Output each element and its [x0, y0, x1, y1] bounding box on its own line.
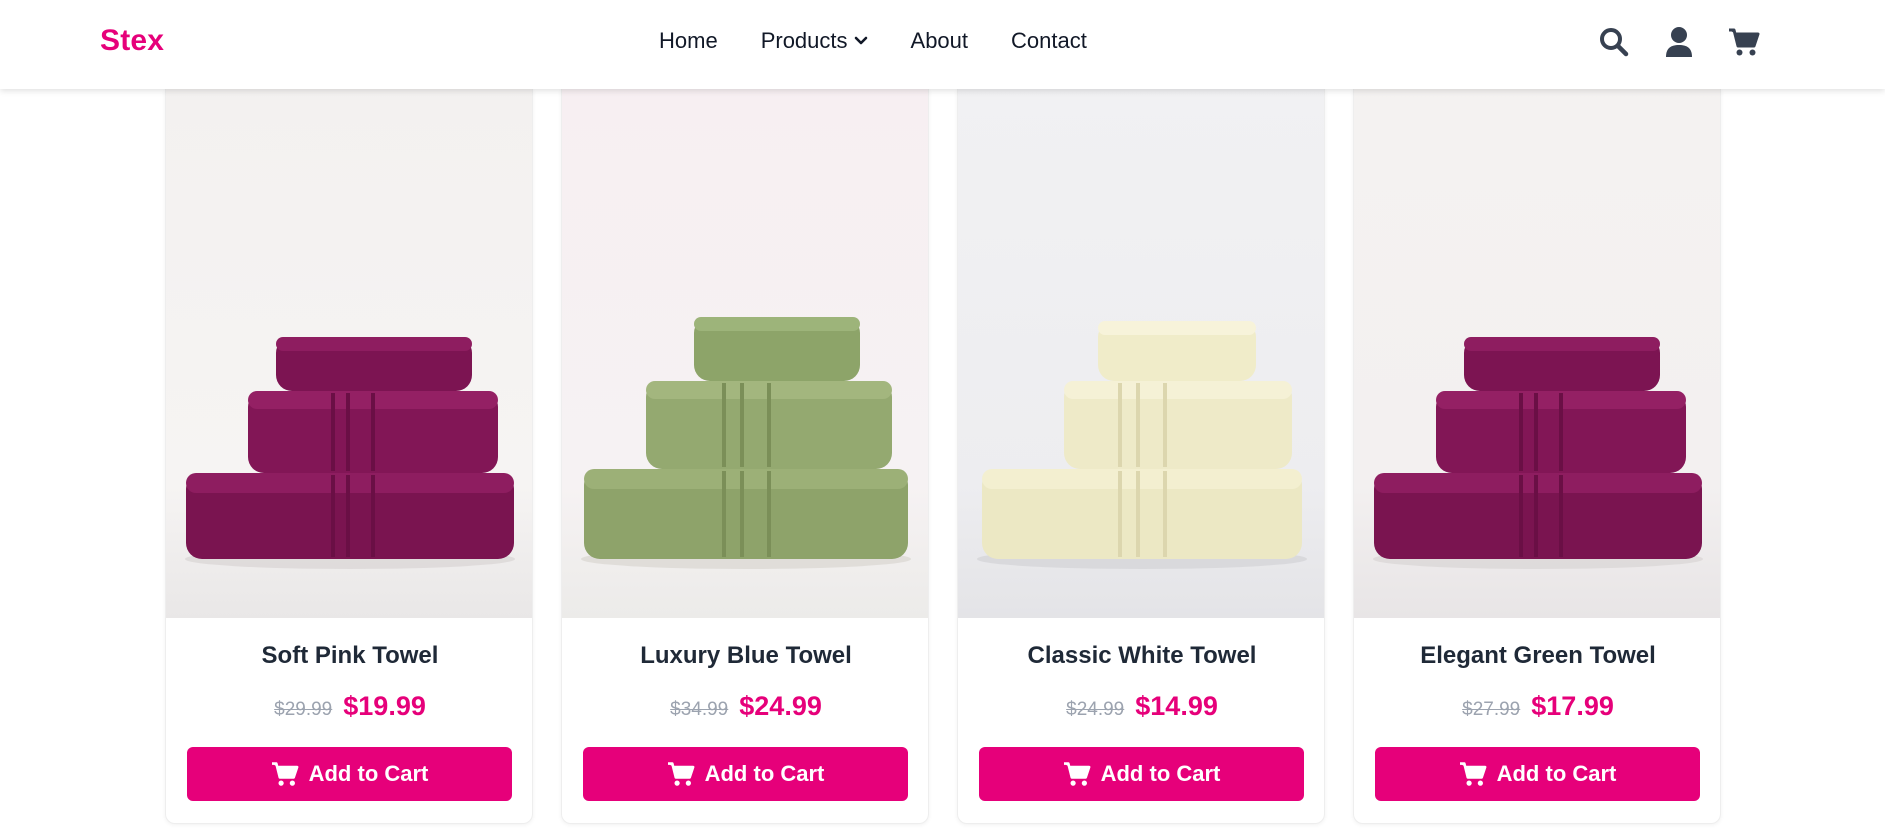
nav-link-products[interactable]: Products: [761, 28, 868, 54]
add-to-cart-label: Add to Cart: [308, 761, 429, 786]
product-grid: Soft Pink Towel $29.99 $19.99 Add to Car…: [165, 89, 1721, 824]
cart-icon: [667, 761, 695, 787]
old-price: $34.99: [670, 699, 729, 720]
product-card: Soft Pink Towel $29.99 $19.99 Add to Car…: [165, 89, 533, 824]
nav-link-contact[interactable]: Contact: [1011, 28, 1087, 54]
cart-icon: [1459, 761, 1487, 787]
cart-icon[interactable]: [1727, 24, 1761, 60]
add-to-cart-label: Add to Cart: [1496, 761, 1617, 786]
product-title[interactable]: Soft Pink Towel: [166, 642, 532, 670]
header-actions: [1597, 24, 1761, 60]
product-card: Elegant Green Towel $27.99 $17.99 Add to…: [1353, 89, 1721, 824]
price-row: $27.99 $17.99: [1354, 691, 1720, 722]
product-image[interactable]: [1354, 89, 1720, 618]
product-image[interactable]: [562, 89, 928, 618]
nav-link-home[interactable]: Home: [659, 28, 718, 54]
add-to-cart-button[interactable]: Add to Cart: [1375, 747, 1700, 801]
nav-link-label: Contact: [1011, 28, 1087, 53]
product-image[interactable]: [166, 89, 532, 618]
nav-link-label: Home: [659, 28, 718, 53]
price-row: $24.99 $14.99: [958, 691, 1324, 722]
add-to-cart-button[interactable]: Add to Cart: [187, 747, 512, 801]
product-card: Luxury Blue Towel $34.99 $24.99 Add to C…: [561, 89, 929, 824]
chevron-down-icon: [854, 36, 868, 46]
add-to-cart-button[interactable]: Add to Cart: [979, 747, 1304, 801]
add-to-cart-button[interactable]: Add to Cart: [583, 747, 908, 801]
old-price: $27.99: [1462, 699, 1521, 720]
navbar: Stex Home Products About Contact: [0, 0, 1885, 89]
price-row: $34.99 $24.99: [562, 691, 928, 722]
current-price: $14.99: [1135, 691, 1218, 721]
nav-link-about[interactable]: About: [911, 28, 969, 54]
cart-icon: [271, 761, 299, 787]
nav-link-label: About: [910, 28, 969, 53]
brand-logo[interactable]: Stex: [100, 24, 164, 58]
search-icon[interactable]: [1597, 24, 1631, 60]
user-icon[interactable]: [1662, 24, 1696, 60]
product-title[interactable]: Elegant Green Towel: [1354, 642, 1720, 670]
current-price: $17.99: [1531, 691, 1614, 721]
old-price: $24.99: [1066, 699, 1125, 720]
cart-icon: [1063, 761, 1091, 787]
product-title[interactable]: Luxury Blue Towel: [562, 642, 928, 670]
old-price: $29.99: [274, 699, 333, 720]
add-to-cart-label: Add to Cart: [704, 761, 825, 786]
product-card: Classic White Towel $24.99 $14.99 Add to…: [957, 89, 1325, 824]
main-nav: Home Products About Contact: [659, 28, 1087, 54]
product-title[interactable]: Classic White Towel: [958, 642, 1324, 670]
add-to-cart-label: Add to Cart: [1100, 761, 1221, 786]
price-row: $29.99 $19.99: [166, 691, 532, 722]
current-price: $19.99: [343, 691, 426, 721]
nav-link-label: Products: [760, 28, 848, 53]
product-image[interactable]: [958, 89, 1324, 618]
current-price: $24.99: [739, 691, 822, 721]
